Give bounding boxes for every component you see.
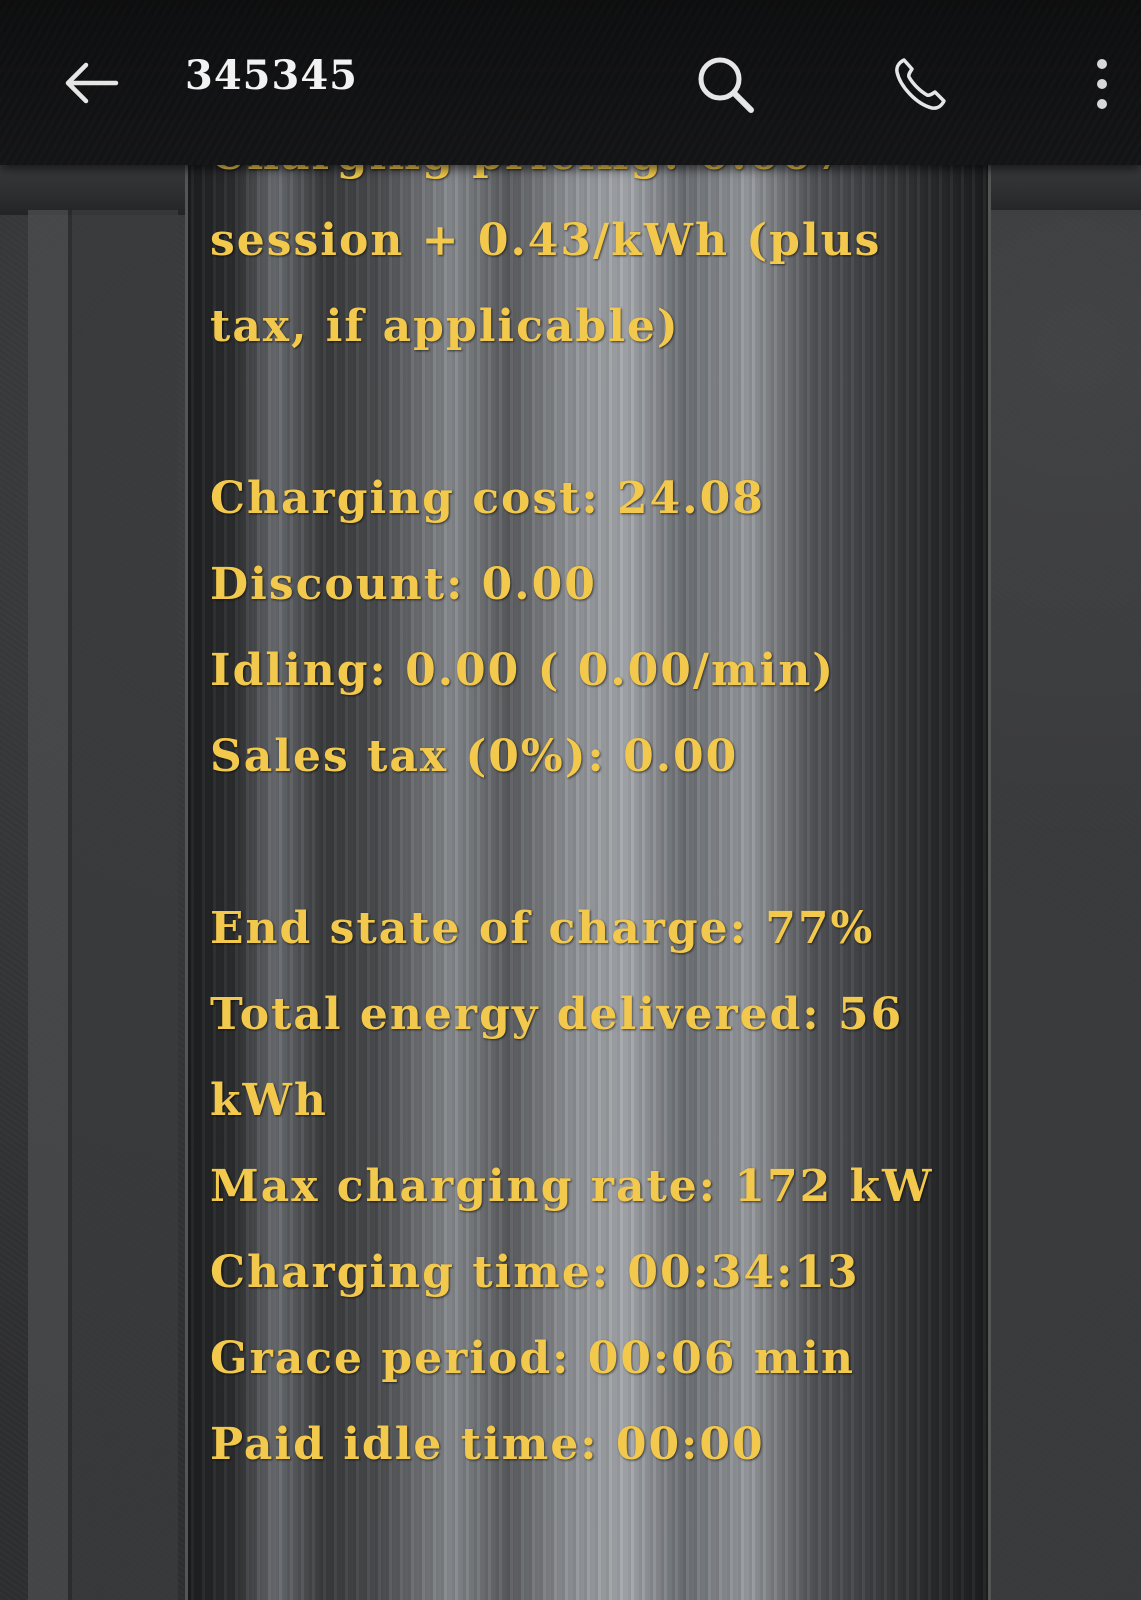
more-vert-icon	[1097, 59, 1107, 109]
message-line: Charging time: 00:34:13	[210, 1247, 860, 1298]
more-options-button[interactable]	[1080, 44, 1124, 124]
back-button[interactable]	[55, 48, 125, 118]
app-bar: 345345	[0, 0, 1141, 165]
message-line: session + 0.43/kWh (plus	[210, 215, 882, 266]
message-bubble[interactable]: Charging pricing: 0.007 session + 0.43/k…	[185, 150, 991, 1600]
right-decorative-panel	[985, 210, 1141, 1600]
back-arrow-icon	[65, 62, 119, 104]
message-line: tax, if applicable)	[210, 301, 680, 352]
search-button[interactable]	[685, 44, 765, 124]
phone-icon	[895, 58, 946, 110]
message-line: End state of charge: 77%	[210, 903, 875, 954]
message-line: Total energy delivered: 56	[210, 989, 904, 1040]
message-line: Sales tax (0%): 0.00	[210, 731, 739, 782]
search-icon	[698, 57, 754, 113]
message-line: Grace period: 00:06 min	[210, 1333, 855, 1384]
conversation-title: 345345	[185, 52, 358, 99]
call-button[interactable]	[880, 44, 960, 124]
message-line: Max charging rate: 172 kW	[210, 1161, 934, 1212]
message-line: kWh	[210, 1075, 328, 1126]
message-line: Idling: 0.00 ( 0.00/min)	[210, 645, 836, 696]
message-text: Charging pricing: 0.007 session + 0.43/k…	[210, 150, 980, 1488]
left-decorative-panel	[28, 210, 178, 1600]
message-line: Paid idle time: 00:00	[210, 1419, 765, 1470]
message-line: Charging cost: 24.08	[210, 473, 765, 524]
message-line: Discount: 0.00	[210, 559, 597, 610]
